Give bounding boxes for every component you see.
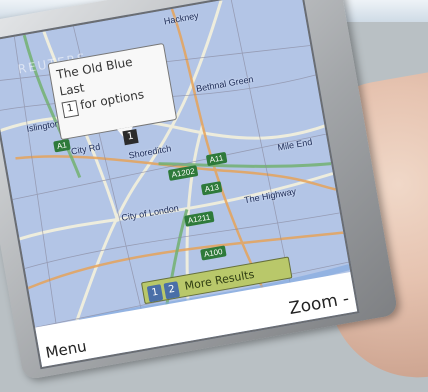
zoom-out-softkey[interactable]: Zoom -	[288, 289, 351, 319]
result-page-2[interactable]: 2	[163, 281, 181, 300]
map-pin[interactable]: 1	[122, 128, 139, 146]
menu-softkey[interactable]: Menu	[44, 337, 88, 362]
options-key: 1	[61, 99, 80, 119]
device-screen: REUTERS Islington City Rd Shoreditch Cit…	[0, 0, 360, 370]
result-page-1[interactable]: 1	[146, 284, 164, 303]
photo-scene: REUTERS Islington City Rd Shoreditch Cit…	[0, 0, 428, 392]
mobile-device: REUTERS Islington City Rd Shoreditch Cit…	[0, 0, 399, 381]
